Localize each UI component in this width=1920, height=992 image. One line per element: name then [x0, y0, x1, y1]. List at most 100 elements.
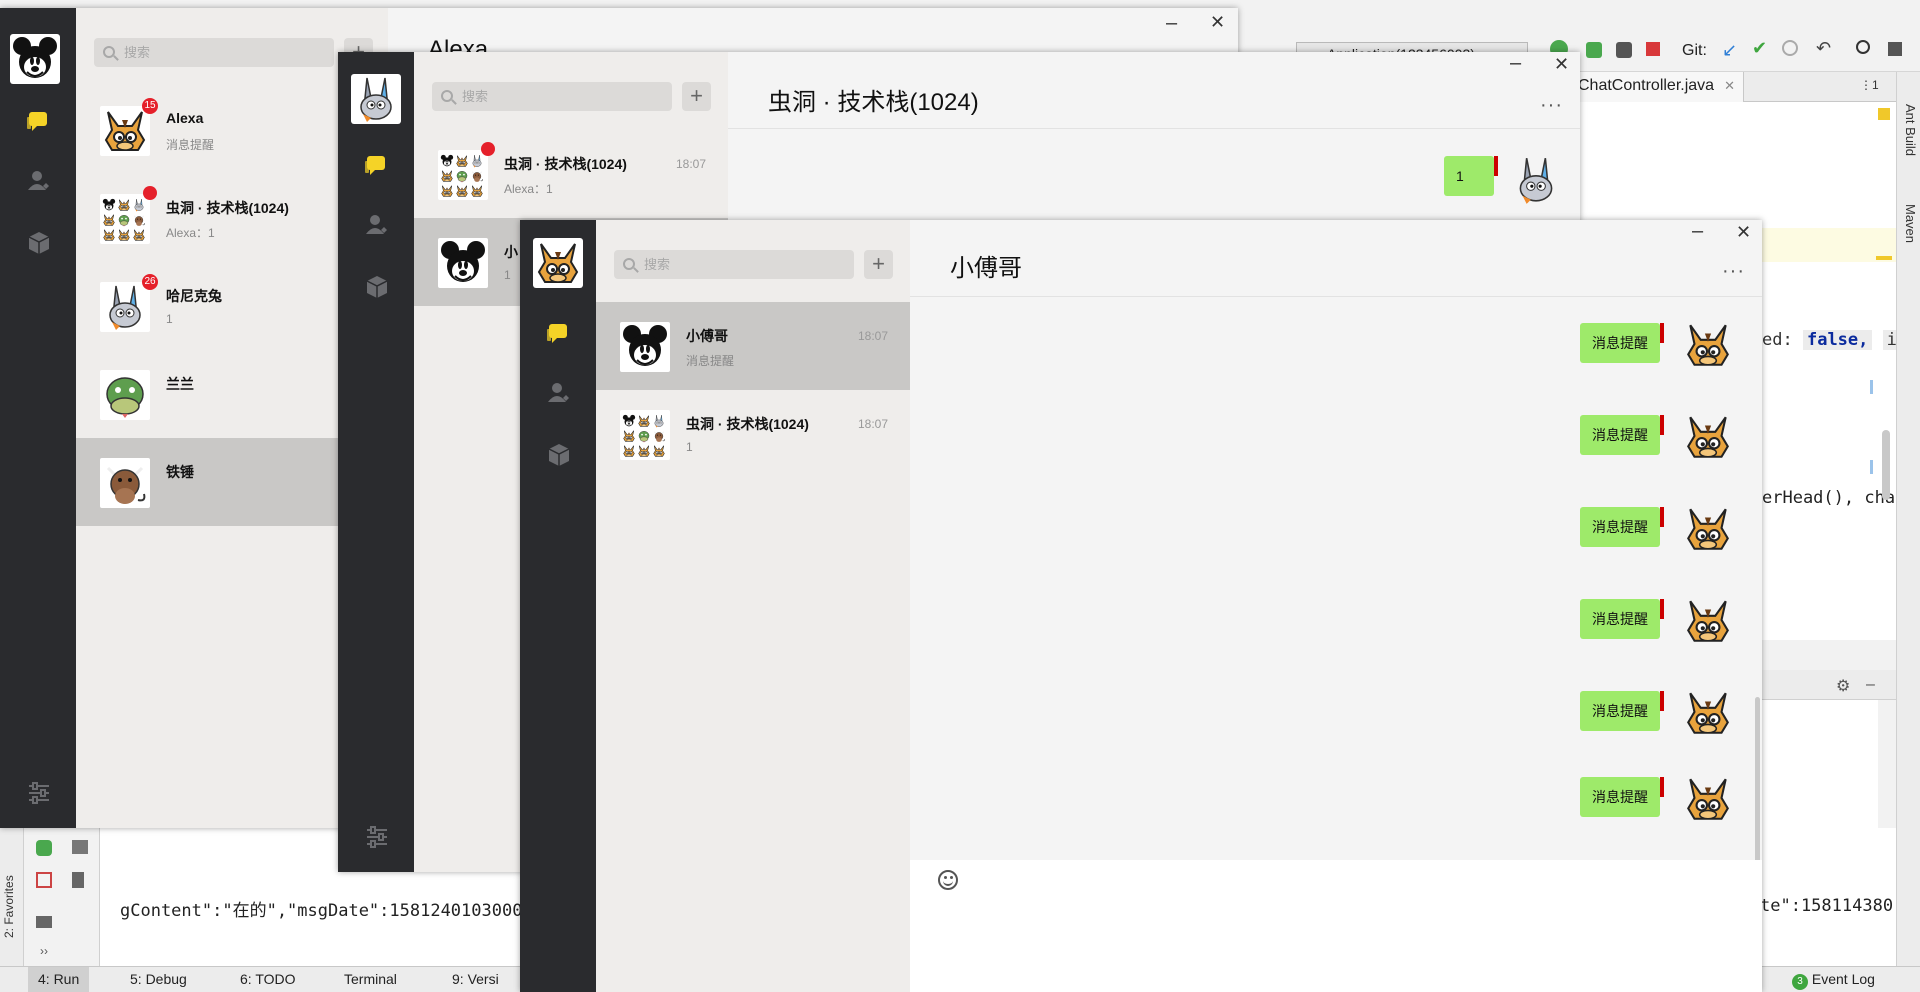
- ant-build-tool[interactable]: Ant Build: [1898, 104, 1918, 160]
- trash-icon[interactable]: [72, 872, 84, 888]
- maven-tool[interactable]: Maven: [1898, 204, 1918, 264]
- settings-gear-icon[interactable]: ⚙: [1836, 676, 1850, 696]
- chat-icon[interactable]: [546, 320, 572, 346]
- add-button[interactable]: +: [864, 250, 893, 279]
- message-bubble: 消息提醒: [1580, 777, 1664, 817]
- message-bubble: 消息提醒: [1580, 507, 1664, 547]
- revert-icon[interactable]: ↶: [1816, 38, 1831, 59]
- avatar[interactable]: [10, 34, 60, 84]
- editor-tab-label: ChatController.java: [1578, 77, 1715, 94]
- avatar: [100, 458, 150, 508]
- close-button[interactable]: ✕: [1554, 54, 1569, 75]
- tab-version-control[interactable]: 9: Versi: [452, 971, 499, 987]
- chat-name: 铁锤: [166, 464, 194, 480]
- editor-tab-chatcontroller[interactable]: ChatController.java ✕: [1578, 72, 1744, 102]
- settings-icon[interactable]: [26, 780, 52, 806]
- minimize-button[interactable]: –: [1510, 52, 1521, 75]
- divider: [728, 128, 1580, 129]
- avatar[interactable]: [351, 74, 401, 124]
- avatar: [100, 370, 150, 420]
- sidebar: [338, 52, 414, 872]
- chat-time: 18:07: [857, 329, 888, 343]
- chat-name: 哈尼克兔: [166, 288, 222, 304]
- avatar: [1510, 154, 1562, 206]
- cube-icon[interactable]: [546, 442, 572, 468]
- tab-debug[interactable]: 5: Debug: [130, 971, 187, 987]
- hide-panel-icon[interactable]: –: [1866, 676, 1875, 694]
- chat-time: 18:07: [857, 417, 888, 431]
- rerun-icon[interactable]: [36, 840, 52, 856]
- cube-icon[interactable]: [364, 274, 390, 300]
- avatar: [620, 322, 670, 372]
- tab-overflow[interactable]: ⋮1: [1860, 78, 1879, 92]
- chat-title: 小傅哥: [950, 255, 1022, 282]
- close-button[interactable]: ✕: [1736, 222, 1751, 243]
- unread-badge: 26: [142, 274, 158, 290]
- unread-badge: 15: [142, 98, 158, 114]
- message-bubble: 消息提醒: [1580, 599, 1664, 639]
- add-button[interactable]: +: [682, 82, 711, 111]
- close-button[interactable]: ✕: [1210, 12, 1225, 33]
- message-bubble: 消息提醒: [1580, 323, 1664, 363]
- chat-title: 虫洞 · 技术栈(1024): [768, 89, 979, 116]
- debug-icon[interactable]: [1586, 42, 1602, 58]
- cube-icon[interactable]: [26, 230, 52, 256]
- tab-run[interactable]: 4: Run: [28, 967, 90, 992]
- search-input[interactable]: 搜索: [432, 82, 672, 111]
- git-label: Git:: [1682, 42, 1707, 59]
- smile-icon[interactable]: [938, 870, 958, 890]
- print-icon[interactable]: [72, 840, 88, 854]
- layout-icon[interactable]: [36, 916, 52, 928]
- git-update-icon[interactable]: ↙: [1722, 40, 1737, 61]
- git-commit-icon[interactable]: ✔: [1752, 38, 1767, 59]
- code-line: ed: false, is: [1762, 330, 1912, 350]
- console-line: gContent":"在的","msgDate":1581240103000: [120, 901, 523, 921]
- tab-todo[interactable]: 6: TODO: [240, 971, 296, 987]
- avatar: [438, 150, 488, 200]
- more-icon[interactable]: ···: [1540, 94, 1563, 117]
- warning-stripe: [1876, 256, 1892, 260]
- chat-icon[interactable]: [26, 108, 52, 134]
- tab-terminal[interactable]: Terminal: [344, 971, 397, 987]
- sidebar: [0, 8, 76, 828]
- avatar: [620, 410, 670, 460]
- more-tools-icon[interactable]: ››: [40, 944, 48, 958]
- search-everywhere-icon[interactable]: [1856, 40, 1870, 54]
- minimize-button[interactable]: –: [1166, 12, 1177, 35]
- friends-icon[interactable]: [364, 212, 390, 238]
- list-item[interactable]: 虫洞 · 技术栈(1024) Alexa：1 18:07: [414, 130, 728, 218]
- chat-preview: 1: [504, 268, 511, 282]
- unread-dot: [481, 142, 495, 156]
- git-history-icon[interactable]: [1782, 40, 1798, 56]
- coverage-icon[interactable]: [1616, 42, 1632, 58]
- close-icon[interactable]: ✕: [1724, 72, 1735, 100]
- chat-name: 虫洞 · 技术栈(1024): [166, 200, 289, 216]
- message-input[interactable]: [910, 860, 1762, 992]
- settings-icon[interactable]: [364, 824, 390, 850]
- list-item[interactable]: 小傅哥 消息提醒 18:07: [596, 302, 910, 390]
- editor-scrollbar[interactable]: [1882, 430, 1890, 500]
- chat-name: 小: [504, 244, 518, 260]
- more-icon[interactable]: ···: [1722, 260, 1745, 283]
- message-area[interactable]: 消息提醒 消息提醒 消息提醒 消息提醒 消息提醒: [910, 297, 1762, 867]
- chat-icon[interactable]: [364, 152, 390, 178]
- exit-icon[interactable]: [36, 872, 52, 888]
- avatar: [100, 194, 150, 244]
- friends-icon[interactable]: [546, 380, 572, 406]
- search-input[interactable]: 搜索: [614, 250, 854, 279]
- list-item[interactable]: 虫洞 · 技术栈(1024) 1 18:07: [596, 390, 910, 478]
- event-log-button[interactable]: 3 Event Log: [1792, 971, 1875, 990]
- sidebar: [520, 220, 596, 992]
- friends-icon[interactable]: [26, 168, 52, 194]
- avatar[interactable]: [533, 238, 583, 288]
- structure-icon[interactable]: [1888, 42, 1902, 56]
- minimize-button[interactable]: –: [1692, 220, 1703, 243]
- chat-name: 虫洞 · 技术栈(1024): [686, 416, 809, 432]
- message-bubble: 消息提醒: [1580, 415, 1664, 455]
- chat-window-3: 搜索 + 小傅哥 消息提醒 18:07 虫洞 · 技术栈(1024) 1 18:…: [520, 220, 1762, 992]
- search-input[interactable]: 搜索: [94, 38, 334, 67]
- chat-name: Alexa: [166, 110, 204, 126]
- stop-icon[interactable]: [1646, 42, 1660, 56]
- favorites-tool[interactable]: 2: Favorites: [2, 858, 22, 938]
- change-marker: [1870, 380, 1873, 394]
